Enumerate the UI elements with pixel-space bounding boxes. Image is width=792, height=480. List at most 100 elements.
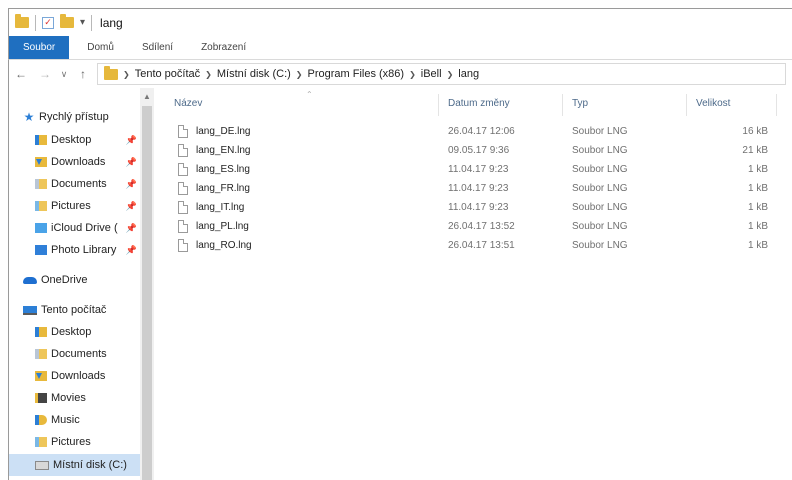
tab-share[interactable]: Sdílení [128,36,187,59]
customize-toolbar-dropdown-icon[interactable]: ▾ [80,17,85,28]
nav-this-pc[interactable]: Tento počítač [9,299,140,321]
breadcrumb-program-files[interactable]: Program Files (x86) [308,68,405,80]
table-row[interactable]: lang_ES.lng 11.04.17 9:23 Soubor LNG 1 k… [160,160,792,179]
scroll-up-arrow-icon[interactable]: ▲ [140,92,154,101]
pin-icon[interactable]: 📌 [126,179,137,190]
nav-label: Downloads [51,156,106,168]
tab-home[interactable]: Domů [73,36,128,59]
icloud-folder-icon [35,223,47,233]
breadcrumb-ibell[interactable]: iBell [421,68,442,80]
nav-pc-pictures[interactable]: Pictures [9,431,140,453]
file-date: 26.04.17 13:52 [448,221,515,232]
tab-file[interactable]: Soubor [9,36,70,59]
nav-pc-movies[interactable]: Movies [9,387,140,409]
file-icon [178,163,188,176]
pictures-folder-icon [35,437,47,447]
table-row[interactable]: lang_DE.lng 26.04.17 12:06 Soubor LNG 16… [160,122,792,141]
column-divider[interactable] [438,94,439,116]
nav-item-desktop[interactable]: Desktop 📌 [9,129,140,151]
nav-label: Desktop [51,326,92,338]
local-disk-icon [35,460,49,470]
nav-pc-desktop[interactable]: Desktop [9,321,140,343]
nav-label: Pictures [51,436,91,448]
nav-label: Downloads [51,370,106,382]
table-row[interactable]: lang_IT.lng 11.04.17 9:23 Soubor LNG 1 k… [160,198,792,217]
desktop-folder-icon [35,135,47,145]
column-divider[interactable] [776,94,777,116]
up-arrow-icon[interactable]: ↑ [71,67,95,81]
breadcrumb-chevron-icon[interactable]: ❯ [447,70,454,79]
nav-label: Pictures [51,200,91,212]
file-size: 1 kB [747,221,768,232]
file-name-cell: lang_ES.lng [178,160,250,179]
forward-arrow-icon[interactable]: → [33,67,57,81]
nav-pc-local-disk[interactable]: Místní disk (C:) [9,454,140,476]
file-name-cell: lang_RO.lng [178,236,252,255]
nav-label: Documents [51,178,107,190]
breadcrumb-local-disk[interactable]: Místní disk (C:) [217,68,291,80]
breadcrumb-this-pc[interactable]: Tento počítač [135,68,200,80]
folder-icon [15,14,29,28]
nav-label: Tento počítač [41,304,107,316]
breadcrumb-lang[interactable]: lang [458,68,479,80]
recent-locations-chevron-icon[interactable]: ∨ [57,69,71,80]
file-size: 1 kB [747,183,768,194]
pin-icon[interactable]: 📌 [126,157,137,168]
file-icon [178,201,188,214]
file-name-cell: lang_FR.lng [178,179,250,198]
nav-onedrive[interactable]: OneDrive [9,269,140,291]
nav-quick-access[interactable]: ★ Rychlý přístup [9,106,140,128]
ribbon-tabs: Soubor Domů Sdílení Zobrazení [8,36,792,60]
pin-icon[interactable]: 📌 [126,201,137,212]
column-header-date[interactable]: Datum změny [448,88,558,118]
breadcrumb-chevron-icon[interactable]: ❯ [205,70,212,79]
nav-pc-music[interactable]: Music [9,409,140,431]
column-header-type[interactable]: Typ [572,88,672,118]
downloads-folder-icon [35,157,47,167]
nav-item-photo-library[interactable]: Photo Library 📌 [9,239,140,261]
file-size: 21 kB [742,145,768,156]
address-bar[interactable]: ❯ Tento počítač ❯ Místní disk (C:) ❯ Pro… [97,63,786,85]
file-size: 16 kB [742,126,768,137]
column-header-name[interactable]: Název [174,88,434,118]
file-type: Soubor LNG [572,202,628,213]
pictures-folder-icon [35,201,47,211]
nav-pc-documents[interactable]: Documents [9,343,140,365]
navigation-pane-scrollbar[interactable]: ▲ [140,88,154,480]
breadcrumb-chevron-icon[interactable]: ❯ [409,70,416,79]
file-icon [178,125,188,138]
tab-view[interactable]: Zobrazení [187,36,260,59]
nav-label: Rychlý přístup [39,111,109,123]
breadcrumb-chevron-icon[interactable]: ❯ [123,70,130,79]
computer-icon [23,305,37,315]
file-size: 1 kB [747,202,768,213]
music-folder-icon [35,415,47,425]
properties-check-icon[interactable]: ✓ [42,16,54,29]
table-row[interactable]: lang_PL.lng 26.04.17 13:52 Soubor LNG 1 … [160,217,792,236]
file-icon [178,182,188,195]
nav-pc-downloads[interactable]: Downloads [9,365,140,387]
table-row[interactable]: lang_EN.lng 09.05.17 9:36 Soubor LNG 21 … [160,141,792,160]
folder-icon [104,65,118,80]
nav-item-downloads[interactable]: Downloads 📌 [9,151,140,173]
nav-item-pictures[interactable]: Pictures 📌 [9,195,140,217]
breadcrumb-chevron-icon[interactable]: ❯ [296,70,303,79]
table-row[interactable]: lang_RO.lng 26.04.17 13:51 Soubor LNG 1 … [160,236,792,255]
pin-icon[interactable]: 📌 [126,245,137,256]
nav-label: OneDrive [41,274,88,286]
nav-item-documents[interactable]: Documents 📌 [9,173,140,195]
column-divider[interactable] [686,94,687,116]
new-folder-icon[interactable] [60,14,74,28]
nav-item-icloud-drive[interactable]: iCloud Drive ( 📌 [9,217,140,239]
scrollbar-thumb[interactable] [142,106,152,480]
column-divider[interactable] [562,94,563,116]
pin-icon[interactable]: 📌 [126,223,137,234]
file-name-cell: lang_DE.lng [178,122,250,141]
file-name: lang_RO.lng [196,240,252,251]
column-header-size[interactable]: Velikost [696,88,776,118]
back-arrow-icon[interactable]: ← [9,67,33,81]
file-type: Soubor LNG [572,240,628,251]
pin-icon[interactable]: 📌 [126,135,137,146]
table-row[interactable]: lang_FR.lng 11.04.17 9:23 Soubor LNG 1 k… [160,179,792,198]
nav-label: iCloud Drive ( [51,222,118,234]
